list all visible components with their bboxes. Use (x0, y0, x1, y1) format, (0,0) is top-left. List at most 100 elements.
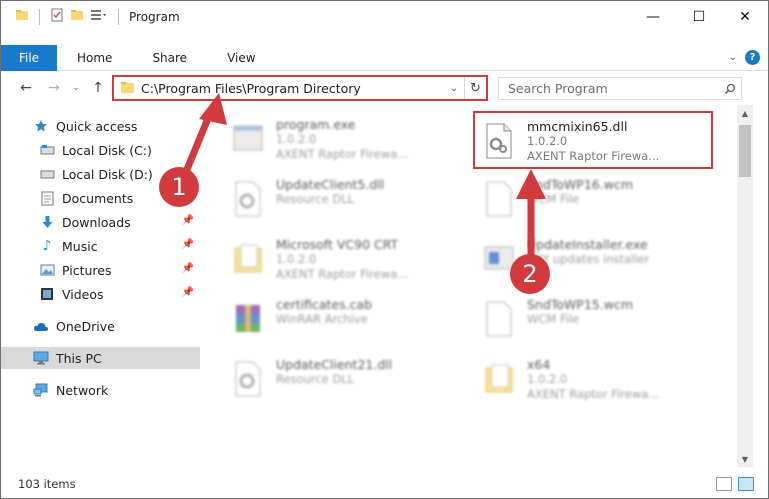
file-item[interactable]: certificates.cab WinRAR Archive (224, 291, 464, 349)
archive-icon (228, 297, 268, 341)
file-meta: program.exe 1.0.2.0 AXENT Raptor Firewa.… (276, 111, 408, 162)
pin-icon[interactable]: 📌 (182, 263, 194, 274)
drive-icon (39, 166, 55, 182)
tab-view[interactable]: View (207, 45, 275, 71)
folder-icon (479, 357, 519, 401)
navigation-bar: ← → ⌄ ↑ C:\Program Files\Program Directo… (1, 75, 768, 103)
tab-file[interactable]: File (1, 44, 57, 71)
dll-file-icon (228, 357, 268, 401)
downloads-icon (39, 214, 55, 230)
new-folder-icon[interactable] (70, 8, 84, 25)
refresh-button[interactable]: ↻ (464, 77, 486, 99)
sidebar-item-pictures[interactable]: Pictures 📌 (1, 259, 200, 281)
search-input[interactable]: Search Program (499, 81, 719, 96)
toolbar-divider (118, 8, 119, 25)
maximize-button[interactable]: ☐ (676, 1, 722, 32)
back-button[interactable]: ← (17, 79, 35, 97)
file-item[interactable]: UpdateClient5.dll Resource DLL (224, 171, 464, 229)
file-type: WCM File (527, 312, 580, 326)
ribbon-tabs: File Home Share View ⌄ ? (1, 44, 768, 71)
file-type: WinRAR Archive (276, 312, 368, 326)
properties-icon[interactable] (50, 8, 64, 25)
sidebar-item-this-pc[interactable]: This PC (1, 347, 200, 369)
item-count: 103 items (18, 477, 76, 491)
cloud-icon (33, 318, 49, 334)
folder-icon[interactable] (15, 8, 29, 25)
details-view-icon[interactable] (716, 477, 732, 491)
up-button[interactable]: ↑ (89, 79, 107, 97)
scroll-down-button[interactable]: ▼ (737, 451, 753, 467)
network-icon (33, 382, 49, 398)
refresh-icon: ↻ (470, 80, 481, 96)
scroll-thumb[interactable] (739, 125, 751, 177)
computer-icon (33, 350, 49, 366)
folder-icon (228, 237, 268, 281)
file-name: x64 (527, 357, 551, 372)
file-meta: UpdateClient5.dll Resource DLL (276, 171, 384, 207)
customize-toolbar-icon[interactable] (90, 8, 108, 25)
file-item[interactable]: program.exe 1.0.2.0 AXENT Raptor Firewa.… (224, 111, 464, 169)
sidebar-item-onedrive[interactable]: OneDrive (1, 315, 200, 337)
folder-icon (120, 80, 135, 97)
ribbon-right-controls: ⌄ ? (729, 50, 768, 65)
file-item[interactable]: UpdateClient21.dll Resource DLL (224, 351, 464, 409)
sidebar-item-label: Videos (62, 286, 104, 302)
drive-icon (39, 142, 55, 158)
sidebar-item-label: Downloads (62, 214, 131, 230)
file-meta: certificates.cab WinRAR Archive (276, 291, 372, 327)
file-item[interactable]: Microsoft VC90 CRT 1.0.2.0 AXENT Raptor … (224, 231, 464, 289)
close-button[interactable]: ✕ (722, 1, 768, 32)
sidebar-item-label: Pictures (62, 262, 112, 278)
pin-icon[interactable]: 📌 (182, 215, 194, 226)
search-icon[interactable] (719, 83, 741, 95)
file-meta: mmcmixin65.dll 1.0.2.0 AXENT Raptor Fire… (527, 113, 659, 164)
forward-button[interactable]: → (45, 79, 63, 97)
sidebar-item-label: Network (56, 382, 109, 398)
step-badge-1: 1 (159, 167, 199, 207)
dll-file-icon (479, 119, 519, 163)
vertical-scrollbar[interactable]: ▲ ▼ (737, 105, 753, 467)
sidebar-item-label: Documents (62, 190, 134, 206)
music-icon: ♪ (42, 238, 52, 254)
file-version: 1.0.2.0 (276, 252, 317, 266)
recent-locations-button[interactable]: ⌄ (67, 79, 85, 97)
documents-icon (39, 190, 55, 206)
help-icon[interactable]: ? (745, 50, 760, 65)
tab-home[interactable]: Home (57, 45, 132, 71)
file-type: Resource DLL (276, 372, 355, 386)
file-item[interactable]: SndToWP15.wcm WCM File (475, 291, 715, 349)
file-name: UpdateClient21.dll (276, 357, 393, 372)
scroll-up-button[interactable]: ▲ (737, 105, 753, 121)
file-name: UpdateClient5.dll (276, 177, 385, 192)
minimize-button[interactable]: — (630, 1, 676, 32)
file-version: 1.0.2.0 (527, 134, 568, 148)
file-description: AXENT Raptor Firewa... (276, 267, 409, 281)
sidebar-item-music[interactable]: ♪ Music 📌 (1, 235, 200, 257)
sidebar-item-label: Local Disk (D:) (62, 166, 153, 182)
sidebar-item-network[interactable]: Network (1, 379, 200, 401)
pin-icon[interactable]: 📌 (182, 287, 194, 298)
explorer-window: Program — ☐ ✕ File Home Share View ⌄ ? ←… (0, 0, 769, 499)
sidebar-item-downloads[interactable]: Downloads 📌 (1, 211, 200, 233)
title-bar: Program — ☐ ✕ (1, 1, 768, 32)
file-version: 1.0.2.0 (527, 372, 568, 386)
expand-ribbon-icon[interactable]: ⌄ (729, 52, 737, 63)
file-item[interactable]: x64 1.0.2.0 AXENT Raptor Firewa... (475, 351, 715, 409)
sidebar-item-label: Music (62, 238, 98, 254)
file-meta: SndToWP15.wcm WCM File (527, 291, 633, 327)
pin-icon[interactable]: 📌 (182, 239, 194, 250)
back-arrow-icon: ← (20, 80, 32, 96)
search-box[interactable]: Search Program (498, 77, 742, 100)
chevron-down-icon[interactable]: ⌄ (444, 83, 464, 94)
view-toggle (716, 477, 768, 491)
sidebar-item-label: Quick access (56, 118, 138, 134)
maximize-icon: ☐ (692, 8, 706, 25)
file-type: Resource DLL (276, 192, 355, 206)
sidebar-item-videos[interactable]: Videos 📌 (1, 283, 200, 305)
star-icon (33, 118, 49, 134)
sidebar-item-label: OneDrive (56, 318, 115, 334)
file-name: program.exe (276, 117, 356, 132)
tab-share[interactable]: Share (132, 45, 207, 71)
pictures-icon (39, 262, 55, 278)
tiles-view-icon[interactable] (738, 477, 754, 491)
